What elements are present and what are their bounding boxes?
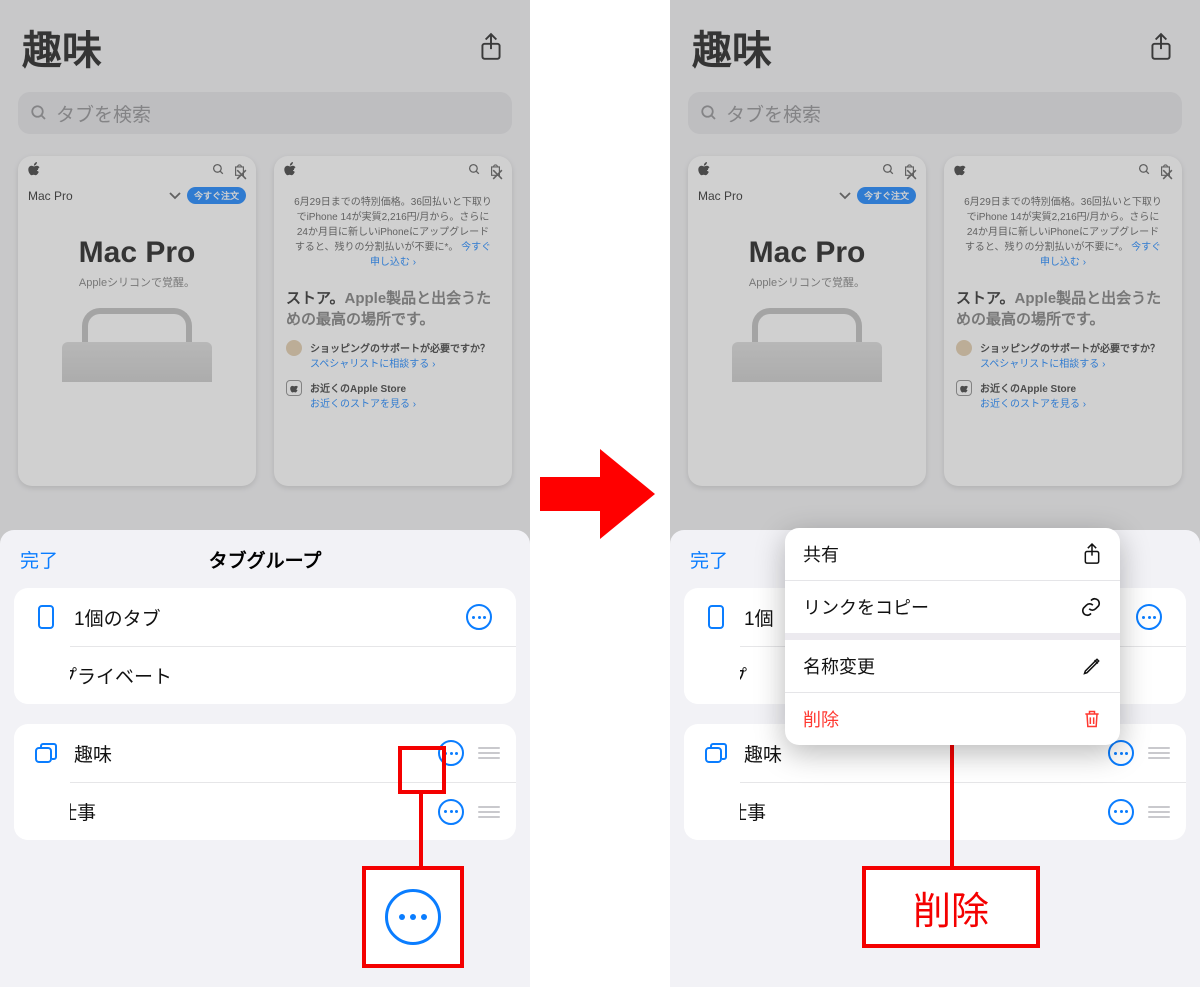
link-icon bbox=[1080, 596, 1102, 618]
close-icon[interactable]: × bbox=[905, 162, 918, 188]
annotation-callout-delete: 削除 bbox=[862, 866, 1040, 948]
order-pill[interactable]: 今すぐ注文 bbox=[187, 187, 246, 204]
more-icon[interactable] bbox=[1108, 799, 1134, 825]
tab-nav-label: Mac Pro bbox=[28, 189, 73, 203]
tab-icon bbox=[700, 604, 732, 630]
pencil-icon bbox=[1082, 656, 1102, 676]
tab-thumbnail[interactable]: × Mac Pro今すぐ注文 Mac ProAppleシリコンで覚醒。 bbox=[688, 156, 926, 486]
apple-store-icon bbox=[286, 380, 302, 396]
store-bold: ストア。 bbox=[286, 290, 345, 307]
page-title: 趣味 bbox=[692, 18, 772, 76]
tabgroup-icon bbox=[14, 801, 46, 823]
apple-logo-icon bbox=[698, 162, 711, 177]
store-bullet: お近くのApple Storeお近くのストアを見る › bbox=[286, 380, 500, 410]
done-button[interactable]: 完了 bbox=[690, 546, 728, 573]
apple-logo-icon bbox=[954, 162, 967, 177]
share-icon bbox=[1082, 542, 1102, 566]
tab-subline: Appleシリコンで覚醒。 bbox=[30, 274, 244, 290]
sheet-title: タブグループ bbox=[209, 546, 322, 573]
search-input[interactable]: タブを検索 bbox=[18, 92, 512, 134]
close-icon[interactable]: × bbox=[235, 162, 248, 188]
tab-thumbnail[interactable]: × Mac Pro 今すぐ注文 Mac Pro Appleシリコンで覚醒。 bbox=[18, 156, 256, 486]
drag-handle-icon[interactable] bbox=[478, 806, 500, 818]
chevron-icon bbox=[169, 192, 181, 200]
more-icon[interactable] bbox=[1108, 740, 1134, 766]
right-screenshot: 趣味 タブを検索 × Mac Pro今すぐ注文 Mac ProAppleシリコ bbox=[670, 0, 1200, 987]
drag-handle-icon[interactable] bbox=[1148, 806, 1170, 818]
left-screenshot: 趣味 タブを検索 bbox=[0, 0, 530, 987]
tabgroup-icon bbox=[700, 742, 732, 764]
search-input[interactable]: タブを検索 bbox=[688, 92, 1182, 134]
annotation-line bbox=[419, 794, 423, 866]
tab-headline: Mac Pro bbox=[30, 236, 244, 270]
context-menu: 共有 リンクをコピー 名称変更 削除 bbox=[785, 528, 1120, 745]
annotation-line bbox=[950, 738, 954, 866]
search-icon bbox=[468, 163, 481, 176]
specialist-avatar-icon bbox=[286, 340, 302, 356]
share-icon[interactable] bbox=[474, 30, 508, 64]
arrow-icon bbox=[540, 449, 660, 539]
row-group-work[interactable]: 仕事 bbox=[740, 782, 1186, 840]
ctx-share[interactable]: 共有 bbox=[785, 528, 1120, 580]
page-title: 趣味 bbox=[22, 18, 102, 76]
done-button[interactable]: 完了 bbox=[20, 546, 58, 573]
row-private[interactable]: プライベート bbox=[70, 646, 516, 704]
drag-handle-icon[interactable] bbox=[478, 747, 500, 759]
tab-icon bbox=[30, 604, 62, 630]
search-placeholder: タブを検索 bbox=[726, 100, 821, 127]
more-icon[interactable] bbox=[466, 604, 492, 630]
close-icon[interactable]: × bbox=[1161, 162, 1174, 188]
search-icon bbox=[212, 163, 225, 176]
search-placeholder: タブを検索 bbox=[56, 100, 151, 127]
private-icon bbox=[14, 664, 46, 688]
private-icon bbox=[684, 664, 716, 688]
drag-handle-icon[interactable] bbox=[1148, 747, 1170, 759]
apple-logo-icon bbox=[284, 162, 297, 177]
ctx-copy-link[interactable]: リンクをコピー bbox=[785, 581, 1120, 633]
more-icon-large bbox=[385, 889, 441, 945]
annotation-callout-more bbox=[362, 866, 464, 968]
ctx-delete[interactable]: 削除 bbox=[785, 693, 1120, 745]
annotation-box bbox=[398, 746, 446, 794]
more-icon[interactable] bbox=[1136, 604, 1162, 630]
trash-icon bbox=[1082, 708, 1102, 730]
share-icon[interactable] bbox=[1144, 30, 1178, 64]
tab-thumbnail[interactable]: × 6月29日までの特別価格。36回払いと下取りでiPhone 14が実質2,2… bbox=[944, 156, 1182, 486]
row-group-work[interactable]: 仕事 bbox=[70, 782, 516, 840]
apple-logo-icon bbox=[28, 162, 41, 177]
more-icon[interactable] bbox=[438, 799, 464, 825]
macpro-illustration bbox=[62, 308, 212, 388]
close-icon[interactable]: × bbox=[491, 162, 504, 188]
tab-thumbnail[interactable]: × 6月29日までの特別価格。36回払いと下取りでiPhone 14が実質2,2… bbox=[274, 156, 512, 486]
support-bullet: ショッピングのサポートが必要ですか？スペシャリストに相談する › bbox=[286, 340, 500, 370]
row-tabs[interactable]: 1個のタブ bbox=[14, 588, 516, 646]
tabgroup-icon bbox=[30, 742, 62, 764]
ctx-rename[interactable]: 名称変更 bbox=[785, 640, 1120, 692]
tabgroup-icon bbox=[684, 801, 716, 823]
